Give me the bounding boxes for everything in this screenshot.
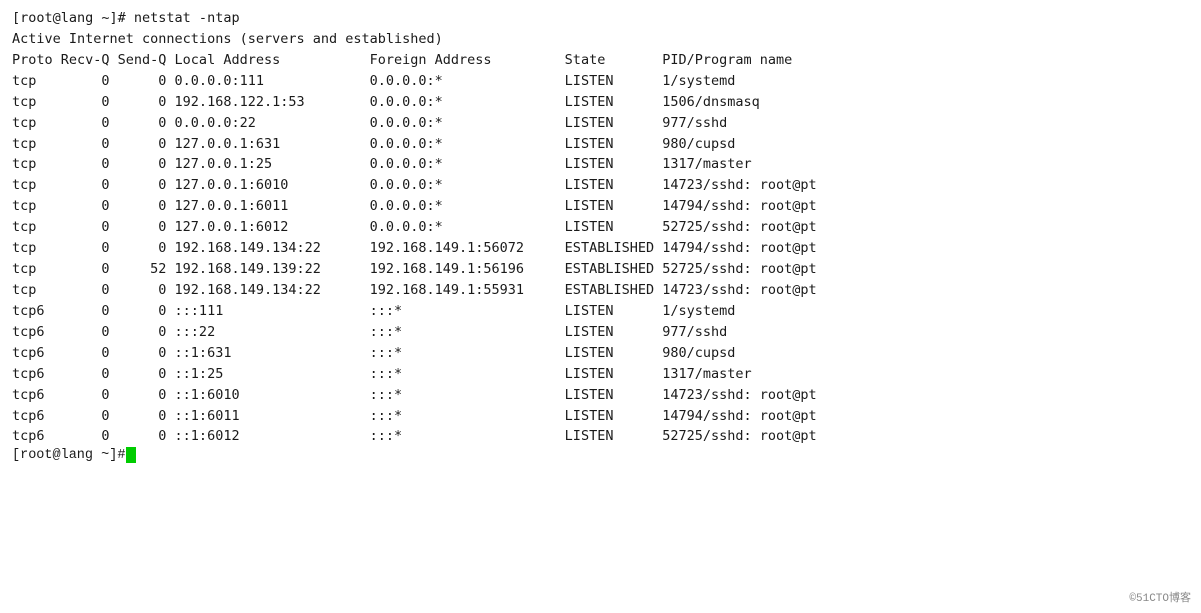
terminal-window: [root@lang ~]# netstat -ntap Active Inte… bbox=[0, 0, 1201, 613]
line-10: tcp 0 0 127.0.0.1:6011 0.0.0.0:* LISTEN … bbox=[12, 198, 817, 214]
line-15: tcp6 0 0 :::111 :::* LISTEN 1/systemd bbox=[12, 303, 735, 319]
line-12: tcp 0 0 192.168.149.134:22 192.168.149.1… bbox=[12, 240, 817, 256]
line-16: tcp6 0 0 :::22 :::* LISTEN 977/sshd bbox=[12, 324, 727, 340]
line-19: tcp6 0 0 ::1:6010 :::* LISTEN 14723/sshd… bbox=[12, 387, 817, 403]
cursor-block bbox=[126, 447, 136, 463]
line-3: Proto Recv-Q Send-Q Local Address Foreig… bbox=[12, 52, 792, 68]
line-5: tcp 0 0 192.168.122.1:53 0.0.0.0:* LISTE… bbox=[12, 94, 760, 110]
line-11: tcp 0 0 127.0.0.1:6012 0.0.0.0:* LISTEN … bbox=[12, 219, 817, 235]
line-9: tcp 0 0 127.0.0.1:6010 0.0.0.0:* LISTEN … bbox=[12, 177, 817, 193]
line-8: tcp 0 0 127.0.0.1:25 0.0.0.0:* LISTEN 13… bbox=[12, 156, 752, 172]
line-17: tcp6 0 0 ::1:631 :::* LISTEN 980/cupsd bbox=[12, 345, 735, 361]
command-prompt-line[interactable]: [root@lang ~]# bbox=[12, 447, 1189, 463]
line-7: tcp 0 0 127.0.0.1:631 0.0.0.0:* LISTEN 9… bbox=[12, 136, 735, 152]
watermark: ©51CTO博客 bbox=[1129, 589, 1191, 605]
prompt-text: [root@lang ~]# bbox=[12, 448, 125, 463]
line-2: Active Internet connections (servers and… bbox=[12, 31, 443, 47]
line-4: tcp 0 0 0.0.0.0:111 0.0.0.0:* LISTEN 1/s… bbox=[12, 73, 735, 89]
line-20: tcp6 0 0 ::1:6011 :::* LISTEN 14794/sshd… bbox=[12, 408, 817, 424]
line-18: tcp6 0 0 ::1:25 :::* LISTEN 1317/master bbox=[12, 366, 752, 382]
line-14: tcp 0 0 192.168.149.134:22 192.168.149.1… bbox=[12, 282, 817, 298]
line-6: tcp 0 0 0.0.0.0:22 0.0.0.0:* LISTEN 977/… bbox=[12, 115, 727, 131]
line-1: [root@lang ~]# netstat -ntap bbox=[12, 10, 240, 26]
terminal-output: [root@lang ~]# netstat -ntap Active Inte… bbox=[12, 8, 1189, 447]
line-13: tcp 0 52 192.168.149.139:22 192.168.149.… bbox=[12, 261, 817, 277]
line-21: tcp6 0 0 ::1:6012 :::* LISTEN 52725/sshd… bbox=[12, 428, 817, 444]
